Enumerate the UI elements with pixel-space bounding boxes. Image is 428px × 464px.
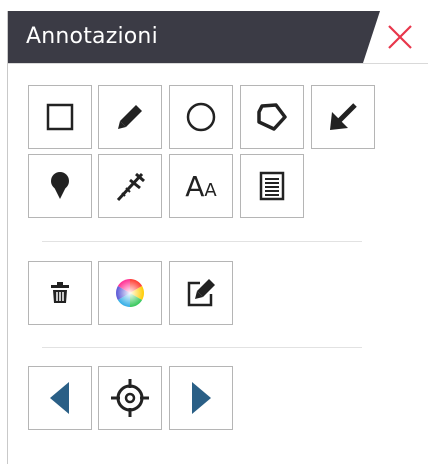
previous-button[interactable] — [28, 366, 92, 430]
close-button[interactable] — [386, 23, 414, 51]
annotations-panel: Annotazioni AA — [7, 11, 428, 464]
edit-icon — [187, 279, 215, 307]
color-button[interactable] — [98, 261, 162, 325]
panel-header: Annotazioni — [8, 11, 428, 64]
center-button[interactable] — [98, 366, 162, 430]
arrow-down-left-icon — [330, 103, 357, 130]
document-icon — [259, 171, 285, 201]
rectangle-tool-button[interactable] — [28, 85, 92, 149]
polygon-icon — [257, 103, 287, 131]
edit-button[interactable] — [169, 261, 233, 325]
triangle-right-icon — [192, 382, 211, 414]
delete-button[interactable] — [28, 261, 92, 325]
panel-title: Annotazioni — [26, 24, 158, 49]
map-pin-icon — [51, 172, 69, 199]
separator — [42, 347, 362, 348]
pencil-icon — [118, 105, 142, 129]
pin-tool-button[interactable] — [28, 154, 92, 218]
text-tool-button[interactable]: AA — [169, 154, 233, 218]
close-icon — [388, 25, 412, 49]
trash-icon — [51, 282, 69, 303]
header-divider — [8, 63, 428, 64]
text-size-icon: AA — [185, 169, 217, 203]
note-tool-button[interactable] — [240, 154, 304, 218]
measure-tool-button[interactable] — [98, 154, 162, 218]
triangle-left-icon — [50, 382, 69, 414]
circle-icon — [186, 102, 216, 132]
square-icon — [46, 103, 74, 131]
separator — [42, 241, 362, 242]
color-wheel-icon — [116, 279, 144, 307]
circle-tool-button[interactable] — [169, 85, 233, 149]
pencil-tool-button[interactable] — [98, 85, 162, 149]
polygon-tool-button[interactable] — [240, 85, 304, 149]
crosshair-icon — [111, 379, 149, 417]
arrow-tool-button[interactable] — [311, 85, 375, 149]
next-button[interactable] — [169, 366, 233, 430]
caliper-icon — [116, 172, 145, 202]
